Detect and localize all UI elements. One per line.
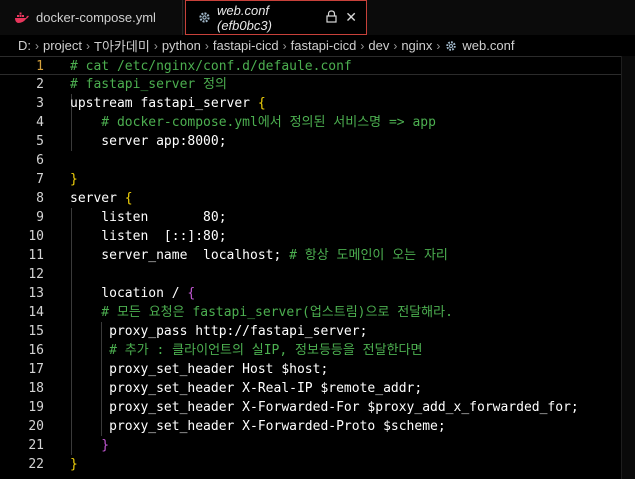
code-text: } [70,172,78,187]
chevron-right-icon: › [204,38,209,53]
line-number: 21 [28,438,44,453]
code-line[interactable]: 21 } [0,436,635,455]
breadcrumb-item[interactable]: web.conf [462,38,514,53]
code-text: server_name localhost; # 항상 도메인이 오는 자리 [70,248,448,263]
code-text: proxy_pass http://fastapi_server; [70,324,368,339]
code-line[interactable]: 7 } [0,170,635,189]
code-line[interactable]: 11 server_name localhost; # 항상 도메인이 오는 자… [0,246,635,265]
line-number: 7 [36,172,44,187]
code-line[interactable]: 13 location / { [0,284,635,303]
code-text: location / { [70,286,196,301]
line-number: 18 [28,381,44,396]
line-number: 6 [36,153,44,168]
breadcrumb-item[interactable]: dev [368,38,389,53]
breadcrumb-item[interactable]: nginx [401,38,432,53]
code-text: listen [::]:80; [70,229,227,244]
code-line[interactable]: 18 proxy_set_header X-Real-IP $remote_ad… [0,379,635,398]
gear-icon [445,40,457,52]
code-text: proxy_set_header X-Forwarded-For $proxy_… [70,400,579,415]
brace: { [257,96,266,111]
code-text: # fastapi_server 정의 [70,77,227,92]
tab-bar: docker-compose.yml web.conf (efb0bc3) ✕ [0,0,635,36]
line-number: 14 [28,305,44,320]
line-number: 13 [28,286,44,301]
code-text: proxy_set_header X-Forwarded-Proto $sche… [70,419,446,434]
code-text: } [70,457,78,472]
chevron-right-icon: › [153,38,158,53]
code-text: # 모든 요청은 fastapi_server(업스트림)으로 전달해라. [70,305,453,320]
code-editor[interactable]: 1 # cat /etc/nginx/conf.d/defaule.conf 2… [0,56,635,479]
vertical-scrollbar[interactable] [621,56,635,479]
line-number: 8 [36,191,44,206]
code-line[interactable]: 4 # docker-compose.yml에서 정의된 서비스명 => app [0,113,635,132]
line-number: 3 [36,96,44,111]
code-text: server app:8000; [70,134,227,149]
breadcrumb-item[interactable]: python [162,38,201,53]
gear-icon [198,11,211,24]
code-line[interactable]: 17 proxy_set_header Host $host; [0,360,635,379]
breadcrumb-item[interactable]: fastapi-cicd [291,38,357,53]
code-line[interactable]: 1 # cat /etc/nginx/conf.d/defaule.conf [0,56,635,75]
chevron-right-icon: › [436,38,441,53]
brace: { [124,191,133,206]
inline-comment: # 항상 도메인이 오는 자리 [289,248,448,263]
code-text: proxy_set_header Host $host; [70,362,329,377]
code-line[interactable]: 5 server app:8000; [0,132,635,151]
line-number: 19 [28,400,44,415]
code-text: # docker-compose.yml에서 정의된 서비스명 => app [70,115,436,130]
tab-label: docker-compose.yml [36,10,156,25]
chevron-right-icon: › [393,38,398,53]
line-number: 11 [28,248,44,263]
line-number: 20 [28,419,44,434]
line-number: 12 [28,267,44,282]
code-text: # cat /etc/nginx/conf.d/defaule.conf [70,59,352,74]
code-line[interactable]: 8 server { [0,189,635,208]
code-line[interactable]: 9 listen 80; [0,208,635,227]
line-number: 17 [28,362,44,377]
line-number: 9 [36,210,44,225]
code-line[interactable]: 15 proxy_pass http://fastapi_server; [0,322,635,341]
line-number: 1 [36,59,44,74]
close-icon[interactable]: ✕ [345,9,357,26]
chevron-right-icon: › [86,38,91,53]
line-number: 22 [28,457,44,472]
code-line[interactable]: 10 listen [::]:80; [0,227,635,246]
tab-web-conf[interactable]: web.conf (efb0bc3) ✕ [185,0,367,35]
line-number: 15 [28,324,44,339]
code-text: # 추가 : 클라이언트의 실IP, 정보등등을 전달한다면 [70,343,423,358]
tab-docker-compose[interactable]: docker-compose.yml [0,0,183,35]
code-line[interactable]: 16 # 추가 : 클라이언트의 실IP, 정보등등을 전달한다면 [0,341,635,360]
code-line[interactable]: 12 [0,265,635,284]
line-number: 2 [36,77,44,92]
code-text: } [70,438,110,453]
line-number: 16 [28,343,44,358]
line-number: 4 [36,115,44,130]
code-text: upstream fastapi_server { [70,96,266,111]
code-line[interactable]: 20 proxy_set_header X-Forwarded-Proto $s… [0,417,635,436]
code-line[interactable]: 2 # fastapi_server 정의 [0,75,635,94]
line-number: 10 [28,229,44,244]
breadcrumb: D: › project › T아카데미 › python › fastapi-… [0,35,635,56]
breadcrumb-item[interactable]: fastapi-cicd [213,38,279,53]
code-line[interactable]: 3 upstream fastapi_server { [0,94,635,113]
chevron-right-icon: › [282,38,287,53]
code-line[interactable]: 22 } [0,455,635,474]
code-line[interactable]: 19 proxy_set_header X-Forwarded-For $pro… [0,398,635,417]
breadcrumb-item[interactable]: project [43,38,82,53]
breadcrumb-item[interactable]: T아카데미 [94,36,150,55]
breadcrumb-item[interactable]: D: [18,38,31,53]
chevron-right-icon: › [35,38,39,53]
brace: { [187,286,196,301]
lock-icon [326,9,337,26]
code-text: listen 80; [70,210,227,225]
code-text: proxy_set_header X-Real-IP $remote_addr; [70,381,423,396]
code-line[interactable]: 6 [0,151,635,170]
code-line[interactable]: 14 # 모든 요청은 fastapi_server(업스트림)으로 전달해라. [0,303,635,322]
chevron-right-icon: › [360,38,365,53]
code-text: server { [70,191,133,206]
tab-label: web.conf (efb0bc3) [217,2,272,33]
line-number: 5 [36,134,44,149]
docker-whale-icon [14,12,30,24]
